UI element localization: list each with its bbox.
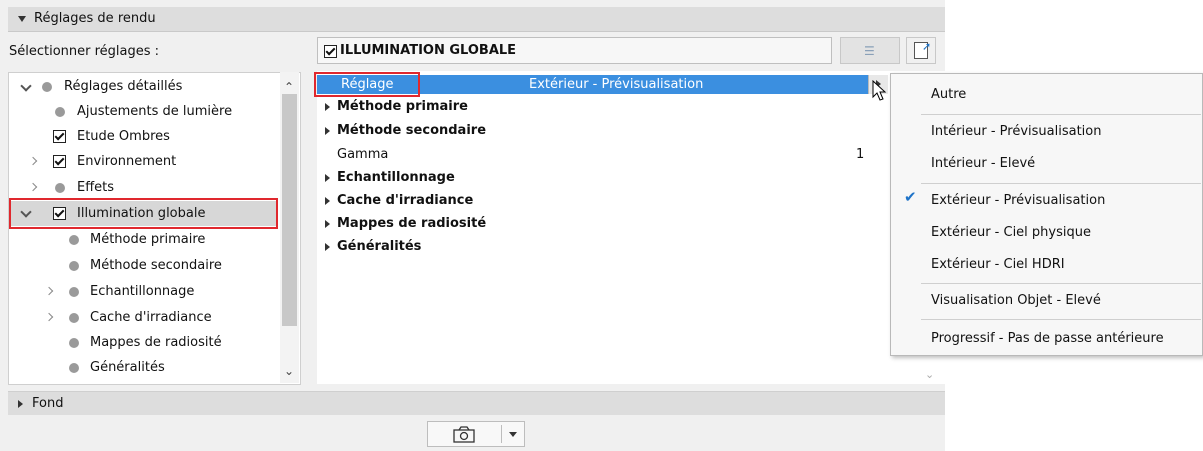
- chevron-down-icon[interactable]: [20, 80, 32, 92]
- row-label: Mappes de radiosité: [337, 216, 487, 231]
- row-primary-method[interactable]: Méthode primaire: [317, 97, 887, 116]
- render-settings-header[interactable]: Réglages de rendu: [8, 7, 945, 32]
- row-radiosity-maps[interactable]: Mappes de radiosité: [317, 214, 887, 233]
- tree-scrollbar-thumb[interactable]: [282, 94, 297, 326]
- circle-bullet-icon: [69, 261, 79, 271]
- expand-triangle-icon[interactable]: [325, 243, 330, 251]
- background-section-label: Fond: [32, 396, 64, 411]
- row-secondary-method[interactable]: Méthode secondaire: [317, 121, 887, 140]
- menu-item-interieur-previsualisation[interactable]: Intérieur - Prévisualisation: [931, 122, 1101, 142]
- row-label: Cache d'irradiance: [337, 193, 474, 208]
- tree-item-light-adjustments[interactable]: Ajustements de lumière: [8, 102, 278, 122]
- chevron-down-icon: [509, 432, 517, 437]
- chevron-right-icon[interactable]: [28, 156, 38, 166]
- background-section-header[interactable]: Fond: [8, 391, 945, 416]
- tree-item-detailed-settings[interactable]: Réglages détaillés: [8, 77, 278, 97]
- circle-bullet-icon: [69, 313, 79, 323]
- row-label: Généralités: [337, 239, 422, 254]
- menu-separator: [921, 283, 1201, 284]
- expand-triangle-icon[interactable]: [325, 127, 330, 135]
- panel-title: Réglages de rendu: [34, 11, 156, 26]
- collapse-triangle-icon[interactable]: [18, 16, 26, 22]
- scroll-up-arrow-icon[interactable]: ⌃: [284, 80, 294, 94]
- menu-item-exterieur-previsualisation[interactable]: Extérieur - Prévisualisation: [931, 191, 1105, 211]
- row-label: Méthode primaire: [337, 99, 468, 114]
- chevron-right-icon[interactable]: [28, 182, 38, 192]
- menu-separator: [921, 114, 1201, 115]
- circle-bullet-icon: [69, 287, 79, 297]
- tree-item-label: Méthode primaire: [90, 232, 206, 247]
- tree-item-secondary-method[interactable]: Méthode secondaire: [8, 256, 278, 276]
- tree-item-label: Etude Ombres: [77, 129, 170, 144]
- menu-separator: [921, 319, 1201, 320]
- tree-item-label: Ajustements de lumière: [77, 104, 233, 119]
- row-label: Méthode secondaire: [337, 123, 487, 138]
- circle-bullet-icon: [55, 183, 65, 193]
- tree-item-sampling[interactable]: Echantillonnage: [8, 282, 278, 302]
- chevron-right-icon[interactable]: [44, 286, 54, 296]
- section-title: ILLUMINATION GLOBALE: [340, 43, 517, 58]
- menu-item-interieur-eleve[interactable]: Intérieur - Elevé: [931, 154, 1035, 174]
- chevron-right-icon[interactable]: [44, 312, 54, 322]
- gamma-value[interactable]: 1: [856, 145, 864, 164]
- circle-bullet-icon: [42, 82, 52, 92]
- tree-item-primary-method[interactable]: Méthode primaire: [8, 230, 278, 250]
- expand-triangle-icon[interactable]: [18, 400, 23, 408]
- menu-item-visualisation-objet-eleve[interactable]: Visualisation Objet - Elevé: [931, 291, 1101, 311]
- preset-dropdown-menu: Autre Intérieur - Prévisualisation Intér…: [890, 73, 1203, 356]
- circle-bullet-icon: [69, 363, 79, 373]
- row-gamma[interactable]: Gamma 1: [317, 145, 887, 164]
- checkbox-checked-icon[interactable]: [324, 45, 337, 58]
- menu-item-progressif[interactable]: Progressif - Pas de passe antérieure: [931, 329, 1164, 349]
- render-button-group: [427, 421, 525, 447]
- expand-triangle-icon[interactable]: [325, 103, 330, 111]
- tree-item-label: Généralités: [90, 360, 165, 375]
- export-arrow-icon: ➚: [922, 40, 932, 53]
- menu-item-autre[interactable]: Autre: [931, 85, 966, 105]
- tree-item-label: Réglages détaillés: [64, 79, 183, 94]
- menu-separator: [921, 183, 1201, 184]
- circle-bullet-icon: [55, 107, 65, 117]
- tree-item-label: Echantillonnage: [90, 284, 195, 299]
- list-view-icon: ☰: [864, 44, 875, 58]
- expand-triangle-icon[interactable]: [325, 220, 330, 228]
- scroll-down-arrow-icon[interactable]: ⌄: [284, 364, 294, 378]
- row-irradiance-cache[interactable]: Cache d'irradiance: [317, 191, 887, 210]
- camera-icon: [453, 426, 475, 443]
- highlight-box-preset: [314, 72, 420, 97]
- tree-item-irradiance-cache[interactable]: Cache d'irradiance: [8, 308, 278, 328]
- tree-item-label: Effets: [77, 180, 115, 195]
- row-label: Echantillonnage: [337, 170, 455, 185]
- expand-triangle-icon[interactable]: [325, 197, 330, 205]
- render-options-dropdown[interactable]: [502, 422, 524, 446]
- row-sampling[interactable]: Echantillonnage: [317, 168, 887, 187]
- expand-triangle-icon[interactable]: [325, 174, 330, 182]
- export-button[interactable]: ➚: [906, 37, 936, 64]
- tree-item-environment[interactable]: Environnement: [8, 152, 278, 172]
- tree-item-radiosity-maps[interactable]: Mappes de radiosité: [8, 333, 278, 353]
- row-label: Gamma: [337, 147, 389, 162]
- checkbox-checked-icon[interactable]: [53, 155, 66, 168]
- circle-bullet-icon: [69, 338, 79, 348]
- checkbox-checked-icon[interactable]: [53, 130, 66, 143]
- tree-item-label: Environnement: [77, 154, 177, 169]
- checkmark-icon: ✔: [904, 188, 917, 206]
- menu-item-exterieur-ciel-physique[interactable]: Extérieur - Ciel physique: [931, 223, 1091, 243]
- tree-item-effects[interactable]: Effets: [8, 178, 278, 198]
- tree-item-label: Mappes de radiosité: [90, 335, 222, 350]
- preset-value: Extérieur - Prévisualisation: [529, 77, 704, 92]
- section-title-box: ILLUMINATION GLOBALE: [317, 37, 832, 64]
- list-scroll-down-icon[interactable]: ⌄: [925, 368, 934, 381]
- menu-item-exterieur-ciel-hdri[interactable]: Extérieur - Ciel HDRI: [931, 255, 1065, 275]
- tree-item-label: Cache d'irradiance: [90, 310, 212, 325]
- circle-bullet-icon: [69, 235, 79, 245]
- select-settings-label: Sélectionner réglages :: [9, 44, 160, 59]
- tree-item-general[interactable]: Généralités: [8, 358, 278, 378]
- tree-item-label: Méthode secondaire: [90, 258, 222, 273]
- render-snapshot-button[interactable]: [428, 422, 501, 446]
- highlight-box-tree: [9, 198, 278, 229]
- tree-item-shadow-study[interactable]: Etude Ombres: [8, 127, 278, 147]
- row-general[interactable]: Généralités: [317, 237, 887, 256]
- list-view-button[interactable]: ☰: [840, 37, 900, 64]
